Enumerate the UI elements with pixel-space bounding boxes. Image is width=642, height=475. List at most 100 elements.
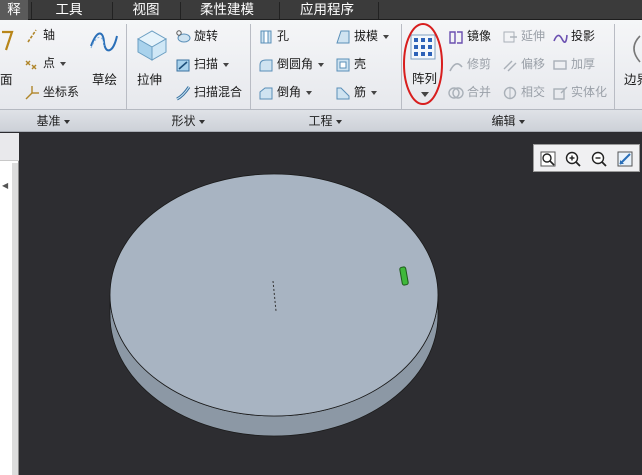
mirror-button[interactable]: 镜像 [448,26,491,46]
solidify-label: 实体化 [571,85,608,99]
csys-button[interactable]: 坐标系 [24,82,79,102]
intersect-icon [503,86,517,99]
rib-button[interactable]: 筋 [335,82,378,102]
cylinder-disc-model[interactable] [20,133,642,475]
swept-blend-button[interactable]: 扫描混合 [175,82,242,102]
chevron-down-icon[interactable] [383,34,390,39]
model-tree-panel[interactable]: ◀ [0,133,19,475]
csys-label: 坐标系 [43,85,80,99]
ribbon: 面 轴 点 坐标系 草绘 拉伸 旋转 扫描 扫描混合 孔 倒圆角 倒角 拔模 壳 [0,20,642,132]
rib-icon [336,87,350,99]
solidify-icon [553,86,568,100]
extend-button[interactable]: 延伸 [502,26,545,46]
shell-label: 壳 [354,57,367,71]
tab-tools[interactable]: 工具 [40,0,98,20]
round-icon [259,59,273,71]
merge-label: 合并 [467,85,492,99]
chevron-down-icon [518,119,525,124]
axis-button[interactable]: 轴 [24,25,55,45]
offset-icon [503,60,517,71]
tab-view[interactable]: 视图 [116,0,176,20]
trim-button[interactable]: 修剪 [448,54,491,74]
group-label-datum-text: 基准 [36,114,61,128]
repaint-icon[interactable] [615,149,635,169]
sweep-icon [176,59,190,71]
chamfer-label: 倒角 [277,85,302,99]
chevron-down-icon [198,119,205,124]
tab-separator [31,2,32,19]
swept-blend-icon [176,85,191,100]
model-tree-header [0,133,19,161]
revolve-label: 旋转 [194,29,219,43]
group-label-engineering[interactable]: 工程 [300,112,350,130]
mirror-icon [449,30,463,44]
offset-label: 偏移 [521,57,546,71]
scroll-left-arrow-icon[interactable]: ◀ [2,181,8,190]
tab-separator [180,2,181,19]
draft-button[interactable]: 拔模 [335,26,390,46]
zoom-in-icon[interactable] [563,149,583,169]
hole-button[interactable]: 孔 [258,26,289,46]
shell-button[interactable]: 壳 [335,54,366,74]
plane-icon[interactable] [0,30,14,52]
tab-separator [112,2,113,19]
chevron-down-icon[interactable] [318,62,325,67]
model-tree-scrollbar[interactable] [12,163,18,475]
thicken-button[interactable]: 加厚 [552,54,595,74]
swept-blend-label: 扫描混合 [194,85,243,99]
tab-annotate[interactable]: 释 [0,0,28,20]
coordinate-system-icon [25,85,39,99]
sweep-label: 扫描 [194,57,219,71]
draft-label: 拔模 [354,29,379,43]
thicken-icon [553,59,567,70]
extrude-icon[interactable] [134,27,168,61]
intersect-label: 相交 [521,85,546,99]
project-button[interactable]: 投影 [552,26,595,46]
chevron-down-icon[interactable] [223,62,230,67]
axis-label: 轴 [43,28,56,42]
datum-plane-label[interactable]: 面 [0,69,13,88]
revolve-icon [176,29,191,42]
sketch-label[interactable]: 草绘 [92,69,117,88]
group-label-shapes-text: 形状 [171,114,196,128]
round-button[interactable]: 倒圆角 [258,54,325,74]
sketch-icon[interactable] [89,28,119,56]
tab-separator [279,2,280,19]
axis-icon [27,29,37,42]
point-button[interactable]: 点 [24,53,67,73]
revolve-button[interactable]: 旋转 [175,26,218,46]
disc-top-face [109,173,439,417]
solidify-button[interactable]: 实体化 [552,82,607,102]
chevron-down-icon[interactable] [306,90,313,95]
chevron-down-icon[interactable] [371,90,378,95]
extend-label: 延伸 [521,29,546,43]
merge-icon [448,86,464,99]
chamfer-icon [259,87,273,99]
rib-label: 筋 [354,85,367,99]
refit-icon[interactable] [538,149,558,169]
group-label-editing-text: 编辑 [491,114,516,128]
zoom-out-icon[interactable] [589,149,609,169]
group-label-editing[interactable]: 编辑 [483,112,533,130]
chevron-down-icon[interactable] [60,61,67,66]
view-toolbar [533,144,640,172]
tab-flexible-modeling[interactable]: 柔性建模 [186,0,268,20]
sweep-button[interactable]: 扫描 [175,54,230,74]
chamfer-button[interactable]: 倒角 [258,82,313,102]
intersect-button[interactable]: 相交 [502,82,545,102]
round-label: 倒圆角 [277,57,314,71]
draft-icon [336,30,350,43]
group-label-datum[interactable]: 基准 [28,112,78,130]
thicken-label: 加厚 [571,57,596,71]
group-label-engineering-text: 工程 [308,114,333,128]
extrude-label[interactable]: 拉伸 [137,69,162,88]
group-label-shapes[interactable]: 形状 [163,112,213,130]
offset-button[interactable]: 偏移 [502,54,545,74]
project-icon [553,34,568,43]
boundary-blend-icon[interactable] [626,34,642,64]
shell-icon [336,58,350,71]
boundary-blend-label[interactable]: 边界 [624,69,642,88]
mirror-label: 镜像 [467,29,492,43]
merge-button[interactable]: 合并 [448,82,491,102]
tab-applications[interactable]: 应用程序 [286,0,368,20]
